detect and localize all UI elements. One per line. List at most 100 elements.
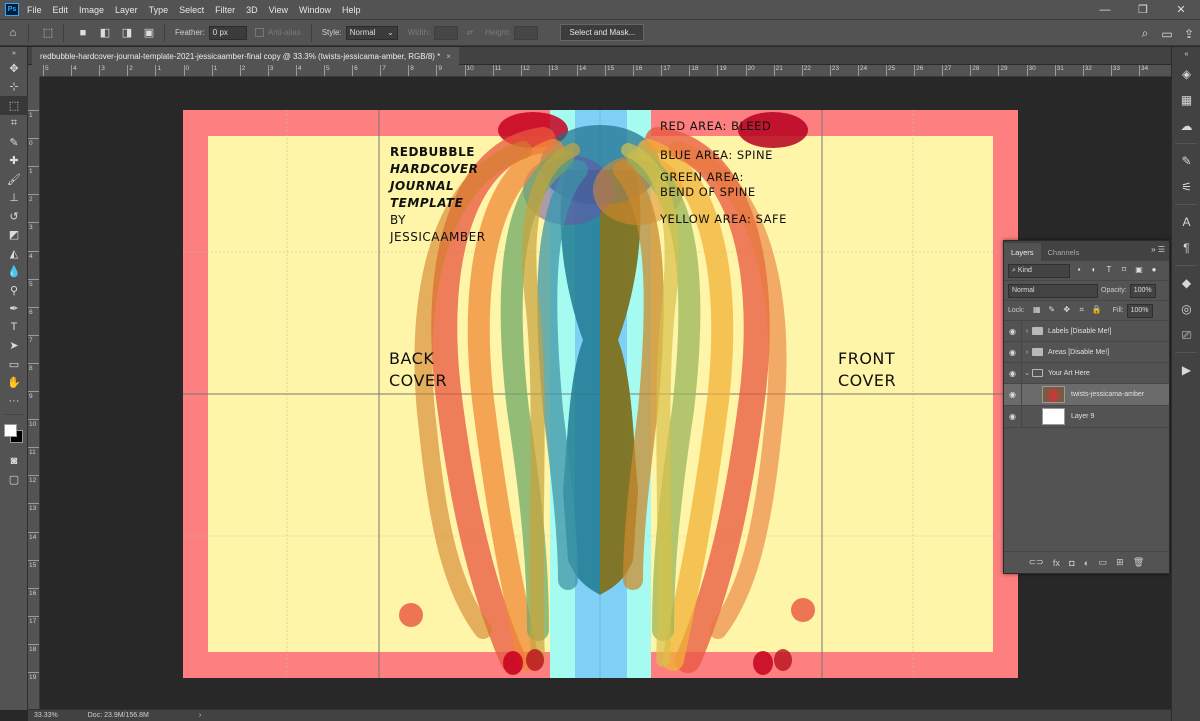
eyedropper-tool-icon[interactable]: ✎: [0, 133, 28, 152]
chevron-right-icon[interactable]: ›: [1022, 328, 1032, 335]
width-input[interactable]: [434, 25, 459, 40]
search-icon[interactable]: ⌕: [1134, 26, 1156, 41]
layer-row[interactable]: ◉ Layer 9: [1004, 406, 1169, 428]
chevron-down-icon[interactable]: ⌄: [1022, 369, 1032, 377]
status-menu-arrow[interactable]: ›: [199, 712, 201, 719]
screen-mode-icon[interactable]: ▢: [0, 470, 28, 489]
menu-type[interactable]: Type: [149, 5, 169, 15]
character-panel-icon[interactable]: A: [1172, 209, 1200, 235]
crop-tool-icon[interactable]: ⌗: [0, 115, 28, 134]
eye-icon[interactable]: ◉: [1004, 321, 1022, 341]
new-layer-icon[interactable]: ⊞: [1116, 557, 1124, 568]
close-tab-icon[interactable]: ×: [446, 52, 451, 61]
rectangle-tool-icon[interactable]: ▭: [0, 355, 28, 374]
eye-icon[interactable]: ◉: [1004, 363, 1022, 383]
fill-input[interactable]: 100%: [1126, 303, 1153, 318]
dock-collapse-icon[interactable]: «: [1172, 47, 1200, 61]
healing-brush-icon[interactable]: ✚: [0, 152, 28, 171]
color-swatches[interactable]: [0, 418, 28, 452]
color-panel-icon[interactable]: ◈: [1172, 61, 1200, 87]
path-select-icon[interactable]: ➤: [0, 337, 28, 356]
eye-icon[interactable]: ◉: [1004, 384, 1022, 405]
layer-row[interactable]: ◉ › Labels [Disable Me!]: [1004, 321, 1169, 342]
layer-row[interactable]: ◉ › Areas [Disable Me!]: [1004, 342, 1169, 363]
style-select[interactable]: Normal ⌄: [345, 25, 398, 40]
lock-move-icon[interactable]: ✥: [1061, 305, 1073, 317]
lock-all-icon[interactable]: 🔒: [1091, 305, 1103, 317]
panel-menu-icon[interactable]: » ☰: [1151, 245, 1165, 254]
layer-row-selected[interactable]: ◉ twists-jessicama-amber: [1004, 384, 1169, 406]
ruler-origin[interactable]: [28, 65, 40, 77]
pixel-filter-icon[interactable]: ▪: [1073, 265, 1085, 277]
canvas-area[interactable]: REDBUBBLE HARDCOVER JOURNAL TEMPLATE BY …: [40, 77, 1171, 709]
pen-tool-icon[interactable]: ✒: [0, 300, 28, 319]
marquee-tool-icon[interactable]: ⬚: [0, 96, 28, 115]
menu-3d[interactable]: 3D: [246, 5, 258, 15]
eye-icon[interactable]: ◉: [1004, 406, 1022, 427]
link-icon[interactable]: ⊂⊃: [1029, 557, 1044, 568]
hand-tool-icon[interactable]: ✋: [0, 374, 28, 393]
horizontal-ruler[interactable]: 5 4 3 2 1 0 1 2 3 4 5 6 7 8 9 10 11 12 13 14 15 16 17 18 19 20 21 2…: [40, 65, 1171, 77]
menu-edit[interactable]: Edit: [53, 5, 69, 15]
intersect-selection-icon[interactable]: ▣: [140, 24, 158, 42]
menu-image[interactable]: Image: [79, 5, 104, 15]
chevron-right-icon[interactable]: ›: [1022, 349, 1032, 356]
swatches-panel-icon[interactable]: ▦: [1172, 87, 1200, 113]
brush-tool-icon[interactable]: 🖌: [0, 170, 28, 189]
smart-object-filter-icon[interactable]: ▣: [1133, 265, 1145, 277]
more-tools-icon[interactable]: ···: [0, 392, 28, 411]
swap-icon[interactable]: ⇄: [466, 28, 473, 37]
eye-icon[interactable]: ◉: [1004, 342, 1022, 362]
height-input[interactable]: [514, 25, 539, 40]
type-tool-icon[interactable]: T: [0, 318, 28, 337]
share-icon[interactable]: ⇪: [1178, 27, 1200, 41]
opacity-input[interactable]: 100%: [1129, 283, 1156, 298]
layers-panel-icon[interactable]: ◆: [1172, 270, 1200, 296]
workspace-icon[interactable]: ▭: [1156, 27, 1178, 41]
paint-bucket-icon[interactable]: ◭: [0, 244, 28, 263]
eraser-tool-icon[interactable]: ◩: [0, 226, 28, 245]
move-tool-icon[interactable]: ✥: [0, 59, 28, 78]
actions-panel-icon[interactable]: ▶: [1172, 357, 1200, 383]
paragraph-panel-icon[interactable]: ¶: [1172, 235, 1200, 261]
new-selection-icon[interactable]: ■: [74, 24, 92, 42]
dodge-tool-icon[interactable]: ⚲: [0, 281, 28, 300]
foreground-color-swatch[interactable]: [4, 423, 17, 437]
close-button[interactable]: ✕: [1162, 0, 1200, 19]
menu-view[interactable]: View: [269, 5, 288, 15]
vertical-ruler[interactable]: 1 0 1 2 3 4 5 6 7 8 9 10 11 12 13 14 15 16 17 18 19: [28, 77, 40, 709]
type-filter-icon[interactable]: T: [1103, 265, 1115, 277]
menu-help[interactable]: Help: [342, 5, 361, 15]
tab-layers[interactable]: Layers: [1004, 243, 1041, 261]
brush-panel-icon[interactable]: ✎: [1172, 148, 1200, 174]
minimize-button[interactable]: —: [1086, 0, 1124, 19]
lock-pixels-icon[interactable]: ▦: [1031, 305, 1043, 317]
layer-row[interactable]: ◉ ⌄ Your Art Here: [1004, 363, 1169, 384]
zoom-level[interactable]: 33.33%: [34, 712, 58, 719]
feather-input[interactable]: 0 px: [208, 25, 247, 40]
stamp-tool-icon[interactable]: ⊥: [0, 189, 28, 208]
new-group-icon[interactable]: ▭: [1098, 557, 1107, 568]
marquee-preset-icon[interactable]: ⬚: [39, 24, 57, 42]
lock-artboard-icon[interactable]: ⌗: [1076, 305, 1088, 317]
blend-mode-select[interactable]: Normal: [1008, 283, 1098, 298]
menu-filter[interactable]: Filter: [215, 5, 235, 15]
add-selection-icon[interactable]: ◧: [96, 24, 114, 42]
channels-panel-icon[interactable]: ◎: [1172, 296, 1200, 322]
artboard-tool-icon[interactable]: ⊹: [0, 78, 28, 97]
tab-channels[interactable]: Channels: [1041, 243, 1087, 261]
adjustments-panel-icon[interactable]: ⚟: [1172, 174, 1200, 200]
adjustment-icon[interactable]: ◐: [1084, 558, 1089, 568]
home-icon[interactable]: ⌂: [4, 24, 22, 42]
menu-file[interactable]: File: [27, 5, 42, 15]
filter-kind-select[interactable]: ⌕ Kind: [1008, 263, 1070, 278]
trash-icon[interactable]: 🗑: [1133, 557, 1144, 568]
shape-filter-icon[interactable]: ⌑: [1118, 265, 1130, 277]
adjustment-filter-icon[interactable]: ◐: [1088, 265, 1100, 277]
toolbar-collapse-icon[interactable]: »: [0, 47, 28, 59]
restore-button[interactable]: ❐: [1124, 0, 1162, 19]
learn-panel-icon[interactable]: ☁: [1172, 113, 1200, 139]
subtract-selection-icon[interactable]: ◨: [118, 24, 136, 42]
fx-icon[interactable]: fx: [1053, 558, 1060, 568]
document-tab[interactable]: redbubble-hardcover-journal-template-202…: [32, 47, 459, 65]
